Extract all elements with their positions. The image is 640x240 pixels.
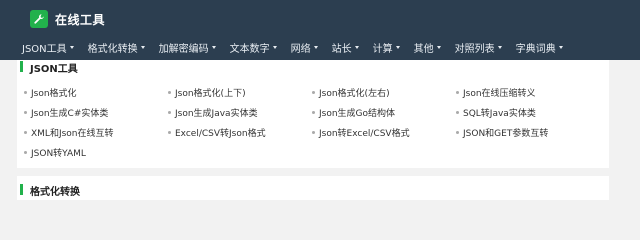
bullet-icon — [456, 90, 459, 94]
tool-link-json-to-go[interactable]: Json生成Go结构体 — [312, 106, 456, 119]
tool-link-json-format-vertical[interactable]: Json格式化(上下) — [168, 86, 312, 99]
tool-link-json-format-horizontal[interactable]: Json格式化(左右) — [312, 86, 456, 99]
nav-item-webmaster[interactable]: 站长 — [332, 40, 359, 55]
top-navbar: 在线工具 JSON工具 格式化转换 加解密编码 文本数字 网络 站长 计算 其他… — [0, 0, 640, 60]
link-label: Json生成Java实体类 — [175, 108, 258, 119]
link-label: SQL转Java实体类 — [463, 108, 536, 119]
nav-label: 字典词典 — [515, 43, 556, 55]
bullet-icon — [168, 130, 171, 134]
tool-link-json-to-csharp[interactable]: Json生成C#实体类 — [24, 106, 168, 119]
caret-down-icon — [140, 45, 145, 49]
bullet-icon — [312, 90, 315, 94]
tool-link-xml-json-convert[interactable]: XML和Json在线互转 — [24, 126, 168, 139]
tool-link-json-compress-escape[interactable]: Json在线压缩转义 — [456, 86, 600, 99]
tool-link-json-format[interactable]: Json格式化 — [24, 86, 168, 99]
caret-down-icon — [558, 45, 563, 49]
nav-label: 文本数字 — [229, 43, 270, 55]
caret-down-icon — [211, 45, 216, 49]
caret-down-icon — [313, 45, 318, 49]
link-label: Json格式化 — [31, 88, 77, 99]
section-title: JSON工具 — [30, 64, 78, 75]
tool-link-grid: Json格式化 Json格式化(上下) Json格式化(左右) Json在线压缩… — [24, 86, 604, 159]
bullet-icon — [456, 130, 459, 134]
nav-item-network[interactable]: 网络 — [291, 40, 318, 55]
wrench-icon — [30, 10, 48, 28]
section-title: 格式化转换 — [30, 187, 80, 198]
bullet-icon — [24, 130, 27, 134]
caret-down-icon — [354, 45, 359, 49]
caret-down-icon — [436, 45, 441, 49]
nav-label: 站长 — [331, 43, 352, 55]
nav-label: JSON工具 — [22, 43, 67, 55]
link-label: Json格式化(左右) — [319, 88, 390, 99]
nav-item-encrypt-encode[interactable]: 加解密编码 — [159, 40, 216, 55]
nav-label: 对照列表 — [454, 43, 495, 55]
caret-down-icon — [69, 45, 74, 49]
link-label: JSON转YAML — [31, 148, 86, 159]
nav-item-text-number[interactable]: 文本数字 — [230, 40, 277, 55]
link-label: Json生成C#实体类 — [31, 108, 109, 119]
tool-link-excel-csv-to-json[interactable]: Excel/CSV转Json格式 — [168, 126, 312, 139]
bullet-icon — [312, 110, 315, 114]
section-accent-bar — [20, 184, 23, 195]
bullet-icon — [168, 90, 171, 94]
site-title: 在线工具 — [55, 12, 106, 27]
caret-down-icon — [497, 45, 502, 49]
tool-link-json-get-params[interactable]: JSON和GET参数互转 — [456, 126, 600, 139]
nav-item-other[interactable]: 其他 — [414, 40, 441, 55]
tool-link-json-to-yaml[interactable]: JSON转YAML — [24, 146, 168, 159]
section-format-convert: 格式化转换 — [17, 176, 609, 200]
nav-label: 加解密编码 — [158, 43, 209, 55]
tool-link-sql-to-java[interactable]: SQL转Java实体类 — [456, 106, 600, 119]
link-label: Json格式化(上下) — [175, 88, 246, 99]
link-label: Json生成Go结构体 — [319, 108, 396, 119]
bullet-icon — [24, 110, 27, 114]
nav-item-calculate[interactable]: 计算 — [373, 40, 400, 55]
caret-down-icon — [272, 45, 277, 49]
caret-down-icon — [395, 45, 400, 49]
section-accent-bar — [20, 61, 23, 72]
nav-label: 网络 — [290, 43, 311, 55]
nav-item-dictionary[interactable]: 字典词典 — [516, 40, 563, 55]
tool-link-json-to-java[interactable]: Json生成Java实体类 — [168, 106, 312, 119]
nav-item-json-tools[interactable]: JSON工具 — [22, 40, 74, 55]
bullet-icon — [456, 110, 459, 114]
bullet-icon — [312, 130, 315, 134]
main-nav: JSON工具 格式化转换 加解密编码 文本数字 网络 站长 计算 其他 对照列表… — [22, 37, 577, 57]
link-label: JSON和GET参数互转 — [463, 128, 549, 139]
nav-item-format-convert[interactable]: 格式化转换 — [88, 40, 145, 55]
nav-label: 格式化转换 — [87, 43, 138, 55]
nav-item-reference-lists[interactable]: 对照列表 — [455, 40, 502, 55]
link-label: XML和Json在线互转 — [31, 128, 114, 139]
bullet-icon — [24, 90, 27, 94]
link-label: Json在线压缩转义 — [463, 88, 536, 99]
nav-label: 计算 — [372, 43, 393, 55]
bullet-icon — [24, 150, 27, 154]
bullet-icon — [168, 110, 171, 114]
link-label: Excel/CSV转Json格式 — [175, 128, 266, 139]
nav-label: 其他 — [413, 43, 434, 55]
brand[interactable]: 在线工具 — [30, 8, 105, 30]
link-label: Json转Excel/CSV格式 — [319, 128, 410, 139]
section-json-tools: JSON工具 Json格式化 Json格式化(上下) Json格式化(左右) J… — [17, 60, 609, 168]
tool-link-json-to-excel-csv[interactable]: Json转Excel/CSV格式 — [312, 126, 456, 139]
